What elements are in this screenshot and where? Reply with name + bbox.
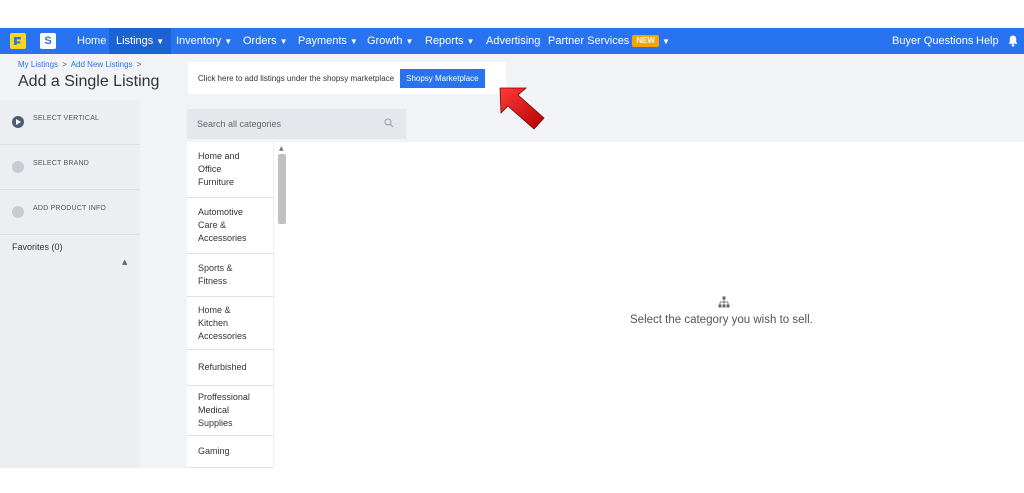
step-select-vertical[interactable]: SELECT VERTICAL: [0, 100, 140, 145]
step-label: SELECT BRAND: [33, 160, 89, 167]
nav-growth[interactable]: Growth ▼: [367, 28, 413, 54]
nav-reports[interactable]: Reports ▼: [425, 28, 474, 54]
category-item[interactable]: Refurbished: [187, 350, 273, 386]
nav-listings[interactable]: Listings ▼: [109, 28, 172, 54]
chevron-down-icon: ▼: [661, 37, 670, 46]
step-select-brand[interactable]: SELECT BRAND: [0, 145, 140, 190]
chevron-down-icon: ▼: [279, 37, 288, 46]
category-item[interactable]: Sports & Fitness: [187, 254, 273, 297]
favorites-label[interactable]: Favorites (0): [12, 242, 63, 252]
chevron-up-icon[interactable]: ▲: [122, 258, 127, 266]
category-search-input[interactable]: [197, 119, 367, 129]
breadcrumb-separator: >: [62, 60, 67, 69]
search-icon[interactable]: [384, 118, 394, 128]
listing-steps-sidebar: SELECT VERTICAL SELECT BRAND ADD PRODUCT…: [0, 100, 140, 468]
flipkart-logo-icon[interactable]: [10, 33, 26, 49]
category-item[interactable]: Proffessional Medical Supplies: [187, 386, 273, 436]
page-title: Add a Single Listing: [18, 73, 160, 90]
sitemap-icon: [718, 296, 730, 308]
step-pending-icon: [12, 206, 24, 218]
category-detail-panel: Select the category you wish to sell.: [293, 142, 1024, 468]
scroll-thumb[interactable]: [278, 154, 286, 224]
empty-state-message: Select the category you wish to sell.: [630, 314, 813, 326]
new-badge: NEW: [632, 35, 659, 47]
nav-inventory[interactable]: Inventory ▼: [176, 28, 232, 54]
step-add-product-info[interactable]: ADD PRODUCT INFO: [0, 190, 140, 235]
category-item[interactable]: Home & Kitchen Accessories: [187, 297, 273, 350]
nav-partner-services[interactable]: Partner Services NEW ▼: [548, 28, 670, 54]
breadcrumb: My Listings > Add New Listings >: [18, 60, 143, 69]
chevron-down-icon: ▼: [405, 37, 414, 46]
nav-payments[interactable]: Payments ▼: [298, 28, 358, 54]
step-label: ADD PRODUCT INFO: [33, 205, 107, 212]
shopsy-logo-icon[interactable]: S: [40, 33, 56, 49]
chevron-down-icon: ▼: [466, 37, 475, 46]
category-item[interactable]: Home and Office Furniture: [187, 142, 273, 198]
breadcrumb-separator: >: [136, 60, 142, 69]
category-item[interactable]: Automotive Care & Accessories: [187, 198, 273, 254]
category-scrollbar[interactable]: ▲: [273, 142, 293, 468]
scroll-up-icon[interactable]: ▲: [279, 145, 284, 152]
nav-home[interactable]: Home: [77, 28, 106, 54]
chevron-down-icon: ▼: [224, 37, 233, 46]
bell-icon[interactable]: [1008, 35, 1018, 47]
chevron-down-icon: ▼: [349, 37, 358, 46]
notice-text: Click here to add listings under the sho…: [198, 73, 395, 83]
top-navbar: S Home Listings ▼ Inventory ▼ Orders ▼ Paym…: [0, 28, 1024, 54]
shopsy-marketplace-button[interactable]: Shopsy Marketplace: [400, 68, 485, 88]
nav-advertising[interactable]: Advertising: [486, 28, 540, 54]
nav-orders[interactable]: Orders ▼: [243, 28, 288, 54]
step-label: SELECT VERTICAL: [33, 115, 100, 122]
breadcrumb-my-listings[interactable]: My Listings: [18, 60, 58, 69]
category-list: Home and Office Furniture Automotive Car…: [187, 142, 293, 468]
chevron-down-icon: ▼: [156, 37, 165, 46]
nav-buyer-questions[interactable]: Buyer Questions: [892, 28, 973, 54]
category-item[interactable]: Gaming: [187, 436, 273, 468]
bottom-margin: [0, 468, 1024, 493]
step-active-icon: [12, 116, 24, 128]
category-search: [187, 109, 406, 139]
shopsy-notice: Click here to add listings under the sho…: [188, 62, 506, 94]
step-pending-icon: [12, 161, 24, 173]
breadcrumb-add-new-listings[interactable]: Add New Listings: [71, 60, 133, 69]
red-arrow-icon: [499, 87, 545, 131]
top-margin: [0, 0, 1024, 28]
nav-help[interactable]: Help: [976, 28, 999, 54]
